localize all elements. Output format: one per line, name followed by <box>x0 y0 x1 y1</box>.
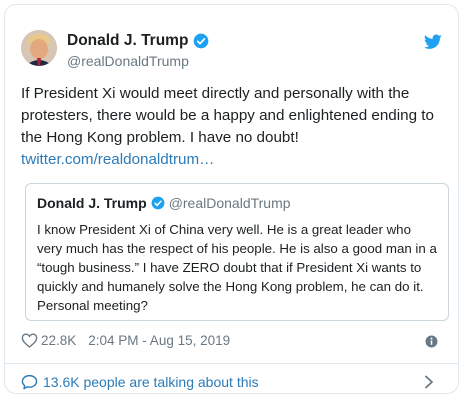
tweet-card: Donald J. Trump @realDonaldTrump If Pres… <box>4 4 459 394</box>
quoted-author-name: Donald J. Trump <box>37 195 147 211</box>
speech-bubble-icon <box>21 374 38 390</box>
avatar[interactable] <box>21 30 57 66</box>
quoted-tweet-text: I know President Xi of China very well. … <box>37 222 437 313</box>
chevron-right-icon[interactable] <box>424 375 434 389</box>
conversation-link[interactable]: 13.6K people are talking about this <box>21 371 442 393</box>
conversation-text[interactable]: 13.6K people are talking about this <box>43 374 259 390</box>
author-name[interactable]: Donald J. Trump <box>67 32 188 50</box>
tweet-text-block: If President Xi would meet directly and … <box>21 83 446 171</box>
quoted-tweet-header: Donald J. Trump @realDonaldTrump <box>37 195 291 211</box>
author-name-row: Donald J. Trump <box>67 32 209 50</box>
quoted-tweet[interactable]: Donald J. Trump @realDonaldTrump I know … <box>25 183 449 321</box>
tweet-timestamp[interactable]: 2:04 PM - Aug 15, 2019 <box>88 333 230 348</box>
tweet-meta: 22.8K 2:04 PM - Aug 15, 2019 <box>21 333 230 348</box>
like-count[interactable]: 22.8K <box>41 333 76 348</box>
heart-icon[interactable] <box>21 333 38 348</box>
footer-divider <box>5 363 458 364</box>
author-block: Donald J. Trump @realDonaldTrump <box>67 32 209 69</box>
tweet-header: Donald J. Trump @realDonaldTrump <box>21 30 442 76</box>
verified-badge-icon <box>194 33 209 49</box>
twitter-bird-icon[interactable] <box>424 34 442 50</box>
author-handle[interactable]: @realDonaldTrump <box>67 53 209 69</box>
info-icon[interactable] <box>425 335 438 348</box>
tweet-text: If President Xi would meet directly and … <box>21 85 434 146</box>
quoted-author-handle: @realDonaldTrump <box>168 195 291 211</box>
verified-badge-icon <box>151 196 165 210</box>
tweet-link[interactable]: twitter.com/realdonaldtrum… <box>21 151 214 168</box>
